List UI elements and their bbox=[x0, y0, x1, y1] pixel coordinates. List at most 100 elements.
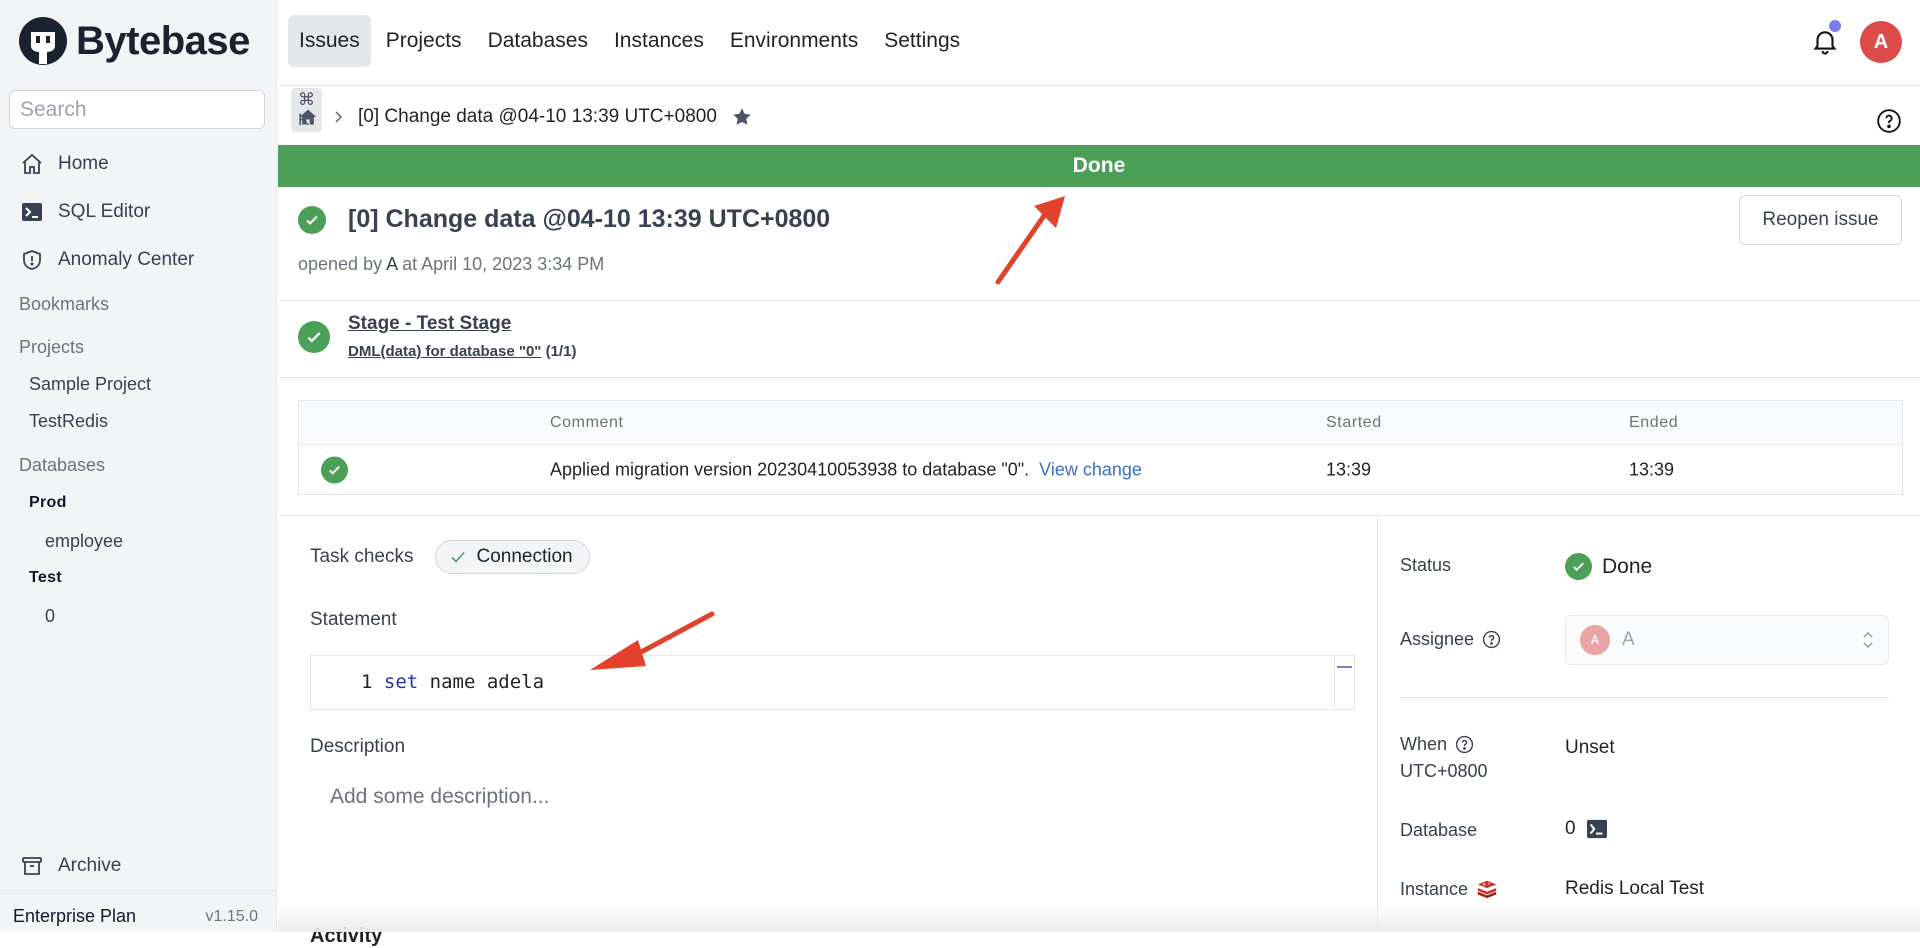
status-label: Status bbox=[1400, 555, 1451, 576]
reopen-issue-button[interactable]: Reopen issue bbox=[1739, 195, 1902, 245]
sidebar-databases-label[interactable]: Databases bbox=[19, 455, 105, 476]
status-value: Done bbox=[1565, 553, 1652, 580]
opened-prefix: opened by bbox=[298, 254, 382, 274]
instance-value[interactable]: Redis Local Test bbox=[1565, 878, 1704, 900]
description-input[interactable] bbox=[330, 785, 1230, 809]
assignee-avatar: A bbox=[1580, 625, 1610, 655]
database-link[interactable]: 0 bbox=[1565, 818, 1576, 840]
stage-title-link[interactable]: Stage - Test Stage bbox=[348, 313, 576, 335]
tab-projects[interactable]: Projects bbox=[375, 15, 473, 67]
brand-name: Bytebase bbox=[76, 19, 250, 64]
statement-editor[interactable]: 1 set name adela bbox=[310, 655, 1355, 710]
status-banner: Done bbox=[278, 145, 1920, 187]
database-value: 0 bbox=[1565, 818, 1608, 840]
divider bbox=[278, 515, 1920, 516]
user-avatar[interactable]: A bbox=[1860, 21, 1902, 63]
when-timezone: UTC+0800 bbox=[1400, 761, 1488, 782]
sidebar-item-label: Anomaly Center bbox=[58, 249, 194, 271]
issue-header: [0] Change data @04-10 13:39 UTC+0800 bbox=[298, 205, 830, 234]
sidebar-database-item[interactable]: employee bbox=[45, 531, 123, 552]
table-header: Comment Started Ended bbox=[299, 401, 1902, 445]
sidebar-item-home[interactable]: Home bbox=[20, 152, 109, 176]
sidebar-item-label: Archive bbox=[58, 855, 121, 877]
row-status-icon bbox=[321, 456, 348, 483]
help-icon[interactable] bbox=[1455, 735, 1474, 754]
tab-instances[interactable]: Instances bbox=[603, 15, 715, 67]
view-change-link[interactable]: View change bbox=[1039, 459, 1142, 479]
tab-databases[interactable]: Databases bbox=[477, 15, 599, 67]
stage-task-line: DML(data) for database "0" (1/1) bbox=[348, 343, 576, 360]
column-header-started: Started bbox=[1326, 414, 1382, 432]
home-icon[interactable] bbox=[298, 107, 318, 127]
opened-time: at April 10, 2023 3:34 PM bbox=[402, 254, 604, 274]
code-line: 1 set name adela bbox=[361, 671, 544, 693]
sidebar-project-item[interactable]: TestRedis bbox=[29, 411, 108, 432]
bytebase-logo-icon bbox=[18, 16, 68, 66]
sidebar-item-archive[interactable]: Archive bbox=[20, 854, 121, 878]
task-link[interactable]: DML(data) for database "0" bbox=[348, 343, 541, 360]
tab-issues[interactable]: Issues bbox=[288, 15, 371, 67]
sidebar-env-label: Prod bbox=[29, 494, 67, 512]
sidebar-item-label: SQL Editor bbox=[58, 201, 150, 223]
sidebar-database-item[interactable]: 0 bbox=[45, 606, 55, 627]
when-label-text: When bbox=[1400, 734, 1447, 755]
sidebar-env-label: Test bbox=[29, 569, 62, 587]
column-header-comment: Comment bbox=[550, 414, 624, 432]
terminal-icon[interactable] bbox=[1586, 819, 1608, 839]
star-icon[interactable] bbox=[731, 106, 753, 128]
issue-title[interactable]: [0] Change data @04-10 13:39 UTC+0800 bbox=[348, 205, 830, 234]
sql-keyword: set bbox=[384, 671, 418, 693]
search-box[interactable]: ⌘ K bbox=[9, 90, 265, 129]
redis-icon bbox=[1476, 878, 1498, 900]
instance-label: Instance bbox=[1400, 878, 1498, 900]
sidebar-project-item[interactable]: Sample Project bbox=[29, 374, 151, 395]
select-arrows-icon bbox=[1862, 629, 1874, 651]
statement-label: Statement bbox=[310, 609, 397, 631]
task-check-chip[interactable]: Connection bbox=[435, 540, 589, 574]
assignee-label: Assignee bbox=[1400, 629, 1501, 650]
help-icon[interactable] bbox=[1876, 108, 1902, 134]
row-started: 13:39 bbox=[1326, 459, 1371, 480]
top-nav-tabs: Issues Projects Databases Instances Envi… bbox=[288, 15, 971, 67]
sidebar-item-sql-editor[interactable]: SQL Editor bbox=[20, 200, 150, 224]
sidebar-item-anomaly-center[interactable]: Anomaly Center bbox=[20, 248, 194, 272]
shield-icon bbox=[20, 248, 44, 272]
opened-by-user[interactable]: A bbox=[386, 254, 397, 274]
sidebar-bookmarks-label[interactable]: Bookmarks bbox=[19, 294, 109, 315]
breadcrumb-current: [0] Change data @04-10 13:39 UTC+0800 bbox=[358, 106, 717, 128]
brand-logo[interactable]: Bytebase bbox=[18, 16, 250, 66]
editor-scrollbar[interactable] bbox=[1334, 656, 1354, 709]
vertical-divider bbox=[1377, 516, 1378, 932]
tab-environments[interactable]: Environments bbox=[719, 15, 869, 67]
notification-dot bbox=[1829, 20, 1841, 32]
assignee-select[interactable]: A A bbox=[1565, 615, 1889, 665]
sidebar-projects-label[interactable]: Projects bbox=[19, 337, 84, 358]
bottom-fade bbox=[278, 902, 1920, 932]
line-number: 1 bbox=[361, 671, 372, 693]
description-label: Description bbox=[310, 736, 405, 758]
top-nav: Issues Projects Databases Instances Envi… bbox=[278, 0, 1920, 86]
issue-opened-meta: opened by A at April 10, 2023 3:34 PM bbox=[298, 254, 604, 275]
done-check-icon bbox=[298, 206, 326, 234]
comment-text: Applied migration version 20230410053938… bbox=[550, 459, 1029, 479]
row-comment: Applied migration version 20230410053938… bbox=[550, 459, 1142, 480]
database-label: Database bbox=[1400, 820, 1477, 841]
row-ended: 13:39 bbox=[1629, 459, 1674, 480]
sidebar-item-label: Home bbox=[58, 153, 109, 175]
when-label: When bbox=[1400, 734, 1474, 755]
divider bbox=[278, 377, 1920, 378]
sidebar-divider bbox=[0, 890, 277, 891]
task-checks: Task checks Connection bbox=[310, 540, 590, 574]
plan-label[interactable]: Enterprise Plan bbox=[13, 906, 136, 927]
check-icon bbox=[450, 550, 466, 564]
when-value[interactable]: Unset bbox=[1565, 737, 1615, 759]
tab-settings[interactable]: Settings bbox=[873, 15, 971, 67]
help-icon[interactable] bbox=[1482, 630, 1501, 649]
status-done-icon bbox=[1565, 553, 1592, 580]
instance-label-text: Instance bbox=[1400, 879, 1468, 900]
annotation-arrow-icon bbox=[990, 190, 1070, 290]
search-input[interactable] bbox=[20, 98, 291, 122]
divider bbox=[278, 300, 1920, 301]
task-check-label: Connection bbox=[476, 546, 572, 568]
task-checks-label: Task checks bbox=[310, 546, 413, 568]
